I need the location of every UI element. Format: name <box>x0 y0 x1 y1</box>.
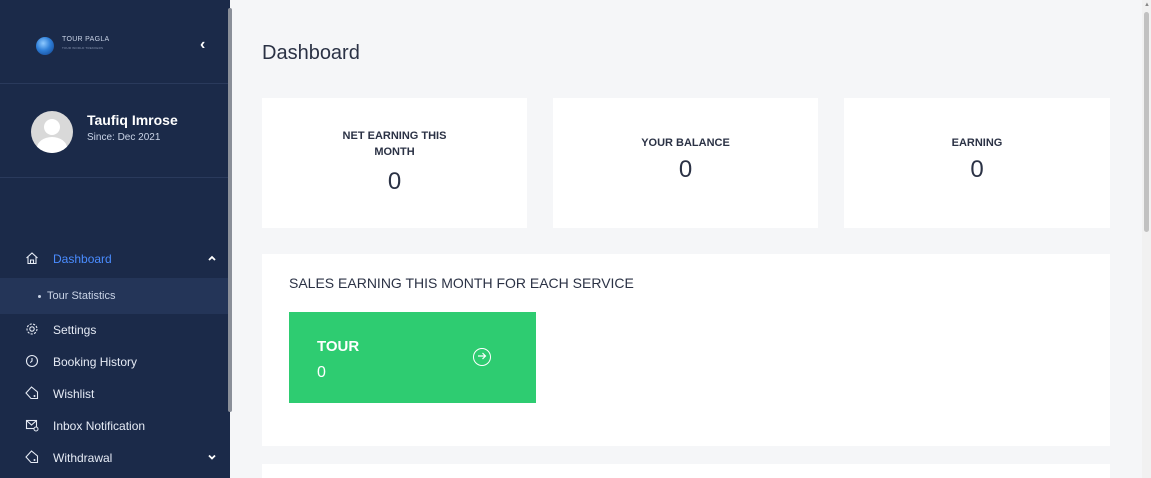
sidebar-menu: Dashboard Tour Statistics Settings Booki… <box>0 240 230 474</box>
arrow-right-circle-icon[interactable] <box>473 348 491 366</box>
page-scrollbar[interactable]: ▲ <box>1142 0 1151 478</box>
sidebar-item-withdrawal[interactable]: Withdrawal <box>0 442 230 474</box>
sidebar-item-settings[interactable]: Settings <box>0 314 230 346</box>
mail-icon <box>25 418 39 435</box>
brand-header: TOUR PAGLA TOUR WORLD TREKKERS ‹ <box>0 0 230 84</box>
card-your-balance: YOUR BALANCE 0 <box>553 98 818 228</box>
user-name: Taufiq Imrose <box>87 112 178 128</box>
sidebar-item-label: Wishlist <box>53 387 95 401</box>
chevron-up-icon <box>207 253 217 265</box>
card-label: YOUR BALANCE <box>641 137 730 149</box>
sales-earning-panel: SALES EARNING THIS MONTH FOR EACH SERVIC… <box>262 254 1110 446</box>
card-value: 0 <box>970 156 984 183</box>
sidebar-item-label: Withdrawal <box>53 451 113 465</box>
sidebar-item-dashboard[interactable]: Dashboard <box>0 240 230 278</box>
sidebar-item-label: Booking History <box>53 355 138 369</box>
card-value: 0 <box>387 168 402 195</box>
chevron-down-icon <box>207 452 217 464</box>
gear-icon <box>25 322 39 339</box>
sidebar-item-booking-history[interactable]: Booking History <box>0 346 230 378</box>
sidebar-subitem-tour-statistics[interactable]: Tour Statistics <box>0 278 230 314</box>
sidebar-item-label: Settings <box>53 323 97 337</box>
card-value: 0 <box>678 156 693 183</box>
page-title: Dashboard <box>262 42 360 64</box>
tile-value: 0 <box>317 364 326 381</box>
tag-icon <box>25 449 39 467</box>
sidebar-item-label: Tour Statistics <box>47 290 116 302</box>
card-label: EARNING <box>951 137 1003 149</box>
collapse-sidebar-icon[interactable]: ‹ <box>200 36 205 54</box>
card-earning: EARNING 0 <box>844 98 1110 228</box>
clock-icon <box>25 354 39 371</box>
bullet-icon <box>38 294 41 298</box>
tile-name: TOUR <box>317 338 360 355</box>
avatar[interactable] <box>31 111 73 153</box>
home-icon <box>25 251 39 268</box>
sidebar-item-wishlist[interactable]: Wishlist <box>0 378 230 410</box>
member-since: Since: Dec 2021 <box>87 132 161 143</box>
globe-logo-icon <box>36 37 54 55</box>
logo-subtext: TOUR WORLD TREKKERS <box>62 46 104 50</box>
tag-icon <box>25 385 39 403</box>
card-net-earning: NET EARNING THIS MONTH 0 <box>262 98 527 228</box>
scrollbar-thumb[interactable] <box>1144 12 1149 232</box>
sidebar-item-label: Inbox Notification <box>53 419 146 433</box>
sidebar-item-inbox-notification[interactable]: Inbox Notification <box>0 410 230 442</box>
main-content: Dashboard NET EARNING THIS MONTH 0 YOUR … <box>232 0 1142 478</box>
service-tile-tour[interactable]: TOUR 0 <box>289 312 536 403</box>
next-panel-edge <box>262 464 1110 478</box>
sidebar-item-label: Dashboard <box>53 252 112 266</box>
logo-text: TOUR PAGLA <box>62 36 110 43</box>
card-label: NET EARNING THIS MONTH <box>342 130 447 158</box>
scroll-up-icon[interactable]: ▲ <box>1144 2 1150 8</box>
sidebar: TOUR PAGLA TOUR WORLD TREKKERS ‹ Taufiq … <box>0 0 230 478</box>
panel-heading: SALES EARNING THIS MONTH FOR EACH SERVIC… <box>289 275 634 291</box>
user-profile: Taufiq Imrose Since: Dec 2021 <box>0 84 230 178</box>
